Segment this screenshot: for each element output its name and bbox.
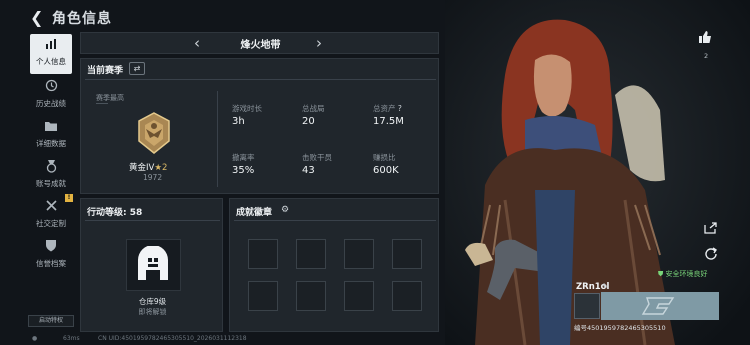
nameplate-logo-icon (641, 297, 675, 315)
stat-label-matches: 总战局 (302, 104, 325, 113)
sidebar-item-history[interactable]: 历史战绩 (30, 76, 72, 116)
rank-name: 黄金IV★2 (129, 163, 168, 173)
stat-value-extract-rate: 35% (232, 165, 255, 176)
stat-value-playtime: 3h (232, 116, 245, 127)
sidebar-item-achievements[interactable]: 账号成就 (30, 156, 72, 196)
sidebar-item-reputation[interactable]: 信誉档案 (30, 236, 72, 276)
map-name: 烽火地带 (240, 40, 281, 51)
back-chevron-icon[interactable]: ❮ (30, 8, 43, 27)
season-panel: 当前赛季 ⇄ 赛季最高 黄金IV★2 1972 游戏时长 3h 总战局 20 总… (80, 58, 439, 194)
stat-value-kills: 43 (302, 165, 315, 176)
sidebar-item-label: 信誉档案 (36, 259, 66, 268)
stat-label-kills: 击败干员 (302, 153, 332, 162)
shield-icon (42, 239, 60, 257)
warehouse-name: 仓库9级 (138, 297, 167, 306)
rank-emblem-icon (138, 112, 170, 154)
prev-map-arrow-icon[interactable]: ‹ (194, 34, 200, 52)
medal-slot[interactable] (248, 281, 278, 311)
share-icon[interactable] (704, 222, 718, 234)
rank-score: 1972 (143, 173, 163, 182)
medal-slot[interactable] (344, 281, 374, 311)
stat-label-profit-ratio: 赚损比 (373, 153, 396, 162)
uid-text: CN UID:4501959782465305510_2026031112318 (98, 335, 247, 342)
stat-value-matches: 20 (302, 116, 315, 127)
action-level-title: 行动等级: 58 (87, 208, 143, 218)
medal-slot[interactable] (296, 239, 326, 269)
warehouse-status: 即将解锁 (138, 308, 167, 316)
sidebar-item-social[interactable]: ! 社交定制 (30, 194, 73, 236)
player-id: 编号4501959782465305510 (574, 324, 666, 332)
divider (234, 220, 436, 221)
sidebar-item-details[interactable]: 详细数据 (30, 116, 72, 156)
edit-pencil-icon[interactable]: ✎ (602, 282, 609, 291)
status-bar: ● 63ms CN UID:4501959782465305510_202603… (0, 332, 750, 345)
thumbs-up-icon[interactable] (698, 30, 712, 47)
sidebar-item-label: 账号成就 (36, 179, 66, 188)
medal-slot[interactable] (392, 281, 422, 311)
folder-icon (42, 119, 60, 137)
stat-label-extract-rate: 撤离率 (232, 153, 255, 162)
privilege-label: 启动特权 (38, 317, 63, 324)
rank-stars: ★2 (154, 163, 168, 173)
sidebar-item-label: 详细数据 (36, 139, 66, 148)
divider (85, 79, 436, 80)
stat-value-profit-ratio: 600K (373, 165, 399, 176)
player-nameplate (601, 292, 719, 320)
medals-title: 成就徽章 (236, 208, 273, 218)
gear-icon[interactable]: ⚙ (279, 204, 291, 216)
divider (96, 103, 108, 104)
ping-value: 63ms (63, 335, 80, 342)
map-selector: 烽火地带 ‹ › (80, 32, 439, 54)
season-title: 当前赛季 (87, 66, 124, 76)
wifi-icon: ● (32, 335, 38, 342)
stat-label-assets: 总资产 ? (373, 104, 402, 113)
peak-label: 赛季最高 (96, 94, 124, 102)
warehouse-icon (138, 246, 168, 280)
refresh-icon[interactable] (704, 246, 718, 260)
medal-slot[interactable] (392, 239, 422, 269)
privilege-button[interactable]: 启动特权 (28, 315, 74, 327)
medal-icon (42, 159, 60, 177)
divider (217, 91, 218, 187)
bar-chart-icon (42, 37, 60, 55)
like-count: 2 (704, 52, 709, 60)
achievement-medals-panel: 成就徽章 ⚙ (229, 198, 439, 332)
avatar[interactable] (574, 293, 600, 319)
stat-value-assets: 17.5M (373, 116, 404, 127)
sidebar-item-label: 历史战绩 (36, 99, 66, 108)
stat-label-playtime: 游戏时长 (232, 104, 262, 113)
sidebar-item-label: 个人信息 (36, 57, 66, 66)
action-level-panel: 行动等级: 58 仓库9级 即将解锁 (80, 198, 223, 332)
swap-icon[interactable]: ⇄ (129, 62, 145, 75)
divider (85, 220, 220, 221)
medal-slot[interactable] (248, 239, 278, 269)
security-status: ⛊ 安全环境良好 (658, 270, 708, 278)
tools-icon (42, 199, 60, 217)
sidebar: 个人信息 历史战绩 详细数据 账号成就 ! 社交定制 信誉档案 启动特权 (28, 32, 74, 332)
medal-slot[interactable] (344, 239, 374, 269)
page-title: 角色信息 (52, 11, 112, 27)
clock-icon (42, 79, 60, 97)
sidebar-item-label: 社交定制 (36, 219, 66, 228)
medal-slot[interactable] (296, 281, 326, 311)
notification-badge: ! (65, 194, 73, 202)
next-map-arrow-icon[interactable]: › (316, 34, 322, 52)
sidebar-item-profile[interactable]: 个人信息 (30, 34, 72, 74)
shield-check-icon: ⛊ (658, 270, 664, 278)
help-icon[interactable]: ? (398, 104, 402, 113)
